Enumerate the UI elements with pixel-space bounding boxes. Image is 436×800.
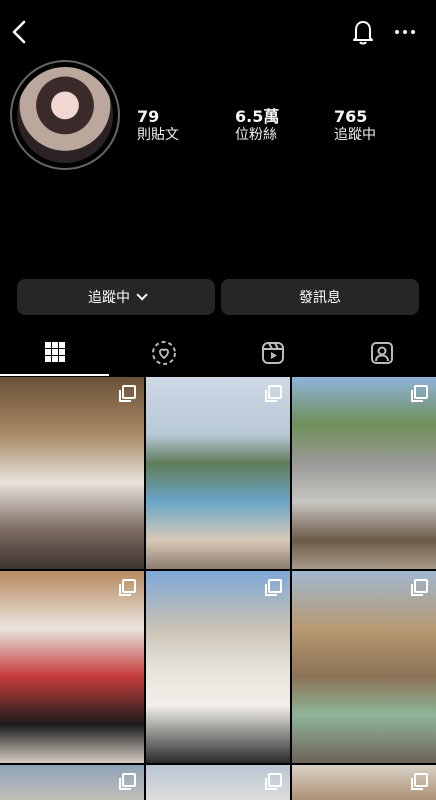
post-thumbnail[interactable] xyxy=(0,765,144,800)
tab-posts[interactable] xyxy=(0,330,109,376)
followers-count: 6.5萬 xyxy=(235,107,280,126)
multiple-photos-icon xyxy=(411,385,428,402)
tab-collabs[interactable] xyxy=(109,330,218,376)
post-thumbnail[interactable] xyxy=(292,377,436,569)
more-options-icon[interactable] xyxy=(394,22,416,42)
multiple-photos-icon xyxy=(411,579,428,596)
message-button-label: 發訊息 xyxy=(299,290,341,306)
reels-icon xyxy=(261,342,284,364)
post-thumbnail[interactable] xyxy=(146,571,290,763)
profile-tabs xyxy=(0,330,436,376)
avatar-image xyxy=(17,67,113,163)
following-button[interactable]: 追蹤中 xyxy=(17,279,215,315)
post-thumbnail[interactable] xyxy=(292,571,436,763)
following-label: 追蹤中 xyxy=(334,127,376,143)
notification-bell-icon[interactable] xyxy=(350,18,376,46)
following-count: 765 xyxy=(334,107,368,126)
post-thumbnail[interactable] xyxy=(146,765,290,800)
following-button-label: 追蹤中 xyxy=(88,290,130,306)
following-stat[interactable]: 765 追蹤中 xyxy=(334,108,376,144)
multiple-photos-icon xyxy=(265,579,282,596)
followers-label: 位粉絲 xyxy=(235,127,277,143)
username-redaction-extra xyxy=(150,45,250,85)
bio-redaction xyxy=(0,182,250,282)
multiple-photos-icon xyxy=(119,773,136,790)
tab-tagged[interactable] xyxy=(327,330,436,376)
multiple-photos-icon xyxy=(265,385,282,402)
grid-icon xyxy=(44,342,65,362)
post-thumbnail[interactable] xyxy=(146,377,290,569)
back-icon[interactable] xyxy=(8,18,32,46)
tab-reels[interactable] xyxy=(218,330,327,376)
multiple-photos-icon xyxy=(119,385,136,402)
tagged-icon xyxy=(370,342,393,364)
posts-stat[interactable]: 79 則貼文 xyxy=(137,108,179,144)
profile-avatar[interactable] xyxy=(10,60,120,170)
post-thumbnail[interactable] xyxy=(292,765,436,800)
multiple-photos-icon xyxy=(265,773,282,790)
posts-count: 79 xyxy=(137,107,160,126)
multiple-photos-icon xyxy=(119,579,136,596)
message-button[interactable]: 發訊息 xyxy=(221,279,419,315)
post-thumbnail[interactable] xyxy=(0,571,144,763)
top-bar xyxy=(0,0,436,85)
posts-label: 則貼文 xyxy=(137,127,179,143)
post-thumbnail[interactable] xyxy=(0,377,144,569)
multiple-photos-icon xyxy=(411,773,428,790)
chevron-down-icon xyxy=(136,289,148,301)
collab-icon xyxy=(151,341,176,365)
followers-stat[interactable]: 6.5萬 位粉絲 xyxy=(235,108,279,144)
posts-grid xyxy=(0,377,436,800)
